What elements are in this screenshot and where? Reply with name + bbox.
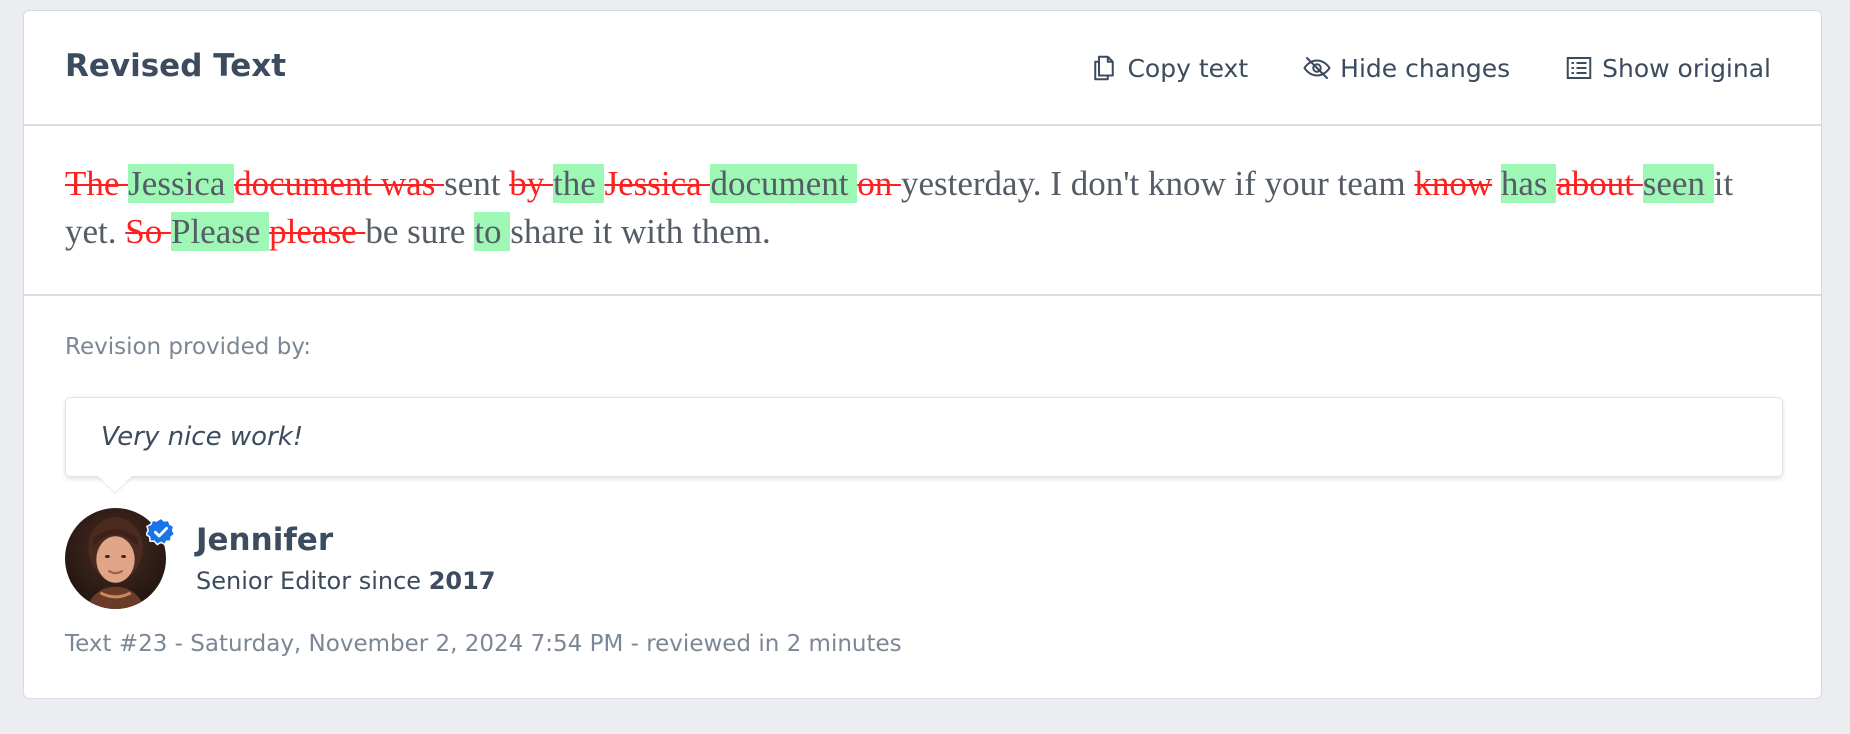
- editor-comment: Very nice work!: [65, 397, 1783, 492]
- verified-badge-icon: [146, 517, 176, 546]
- author-block: Jennifer Senior Editor since 2017: [65, 508, 1780, 609]
- inserted-text: Please: [170, 212, 270, 251]
- revision-footer: Revision provided by: Very nice work! Je…: [24, 296, 1821, 657]
- unchanged-text: share it with them.: [510, 212, 771, 251]
- unchanged-text: yesterday. I don't know if your team: [900, 164, 1415, 203]
- unchanged-text: sent: [444, 164, 510, 203]
- deleted-text: about: [1556, 164, 1643, 203]
- author-info: Jennifer Senior Editor since 2017: [196, 522, 495, 595]
- author-role-prefix: Senior Editor since: [196, 567, 429, 596]
- deleted-text: So: [125, 212, 171, 251]
- card-header: Revised Text Copy text Hide changes Show…: [24, 11, 1821, 126]
- deleted-text: document was: [234, 164, 445, 203]
- deleted-text: Jessica: [604, 164, 711, 203]
- revised-text-body: The Jessica document was sent by the Jes…: [24, 126, 1821, 296]
- show-original-button[interactable]: Show original: [1564, 53, 1771, 83]
- deleted-text: The: [65, 164, 129, 203]
- eye-slash-icon: [1303, 57, 1331, 79]
- unchanged-text: [1492, 164, 1501, 203]
- deleted-text: know: [1414, 164, 1493, 203]
- revised-text-card: Revised Text Copy text Hide changes Show…: [23, 10, 1822, 699]
- revision-provided-label: Revision provided by:: [65, 334, 312, 360]
- hide-changes-label: Hide changes: [1340, 53, 1511, 83]
- card-title: Revised Text: [65, 48, 287, 84]
- comment-tail: [98, 476, 132, 492]
- deleted-text: by: [509, 164, 553, 203]
- copy-icon: [1094, 55, 1115, 81]
- inserted-text: document: [710, 164, 858, 203]
- avatar-wrap: [65, 508, 176, 609]
- inserted-text: seen: [1642, 164, 1714, 203]
- show-original-label: Show original: [1602, 53, 1771, 83]
- editor-comment-text: Very nice work!: [101, 422, 304, 452]
- author-role-year: 2017: [428, 567, 496, 596]
- list-icon: [1566, 57, 1592, 79]
- deleted-text: please: [269, 212, 366, 251]
- inserted-text: the: [552, 164, 605, 203]
- copy-text-label: Copy text: [1127, 53, 1249, 83]
- revision-meta: Text #23 - Saturday, November 2, 2024 7:…: [65, 631, 902, 657]
- inserted-text: Jessica: [128, 164, 235, 203]
- author-name: Jennifer: [196, 521, 334, 558]
- author-role: Senior Editor since 2017: [196, 567, 495, 595]
- hide-changes-button[interactable]: Hide changes: [1302, 53, 1510, 83]
- deleted-text: on: [857, 164, 901, 203]
- copy-text-button[interactable]: Copy text: [1089, 53, 1248, 83]
- inserted-text: to: [474, 212, 511, 251]
- header-actions: Copy text Hide changes Show original: [1089, 53, 1771, 83]
- unchanged-text: be sure: [365, 212, 475, 251]
- inserted-text: has: [1500, 164, 1557, 203]
